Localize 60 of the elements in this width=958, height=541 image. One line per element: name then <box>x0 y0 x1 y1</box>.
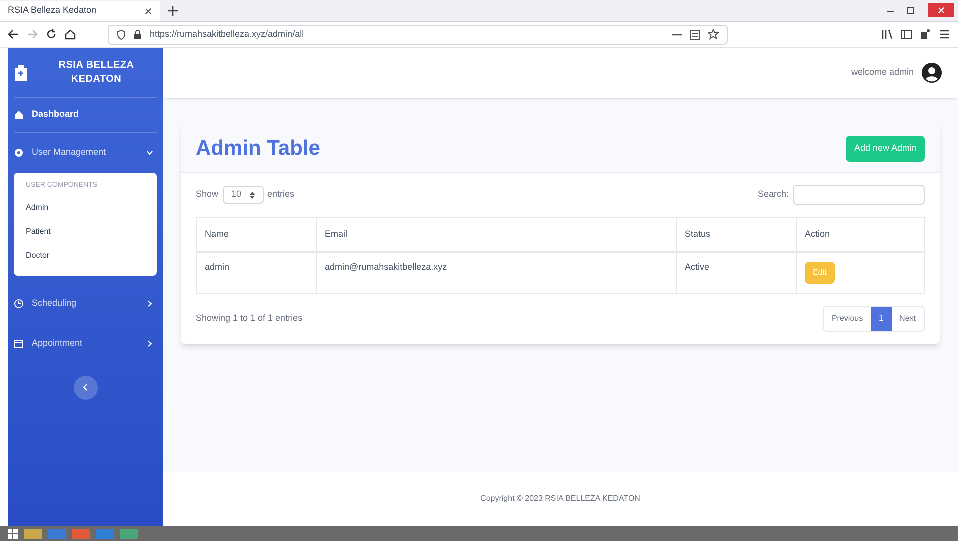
chevron-down-icon <box>147 150 153 156</box>
sidebar-item[interactable]: Appointment <box>14 324 157 364</box>
star-icon[interactable] <box>708 29 719 40</box>
reader-icon[interactable] <box>690 30 700 40</box>
user-avatar-icon[interactable] <box>922 63 942 83</box>
shield-icon <box>117 30 126 40</box>
lock-icon <box>134 30 142 40</box>
chevron-right-icon <box>147 340 153 346</box>
table-info: Showing 1 to 1 of 1 entries <box>196 312 303 326</box>
table-cell: Active <box>676 252 796 294</box>
back-icon[interactable] <box>8 29 19 40</box>
page-actions-icon[interactable] <box>672 32 682 36</box>
entries-label: entries <box>268 188 295 202</box>
sidebar-toggle-button[interactable] <box>74 376 98 400</box>
sidebar-item[interactable]: Dashboard <box>14 98 157 132</box>
copyright-text: Copyright © 2023 RSIA BELLEZA KEDATON <box>480 493 640 505</box>
menu-icon[interactable] <box>939 29 950 40</box>
pagination-button[interactable]: Previous <box>824 307 872 331</box>
dropdown-icon <box>250 192 255 198</box>
calendar-icon <box>14 338 24 348</box>
show-label: Show <box>196 188 219 202</box>
browser-tab[interactable]: RSIA Belleza Kedaton <box>0 1 160 21</box>
submenu-item[interactable]: Admin <box>26 196 145 220</box>
chevron-right-icon <box>147 300 153 306</box>
search-field[interactable] <box>793 185 925 205</box>
sidebar-item[interactable]: User Management <box>14 133 157 173</box>
brand-name: KEDATON <box>71 72 122 86</box>
gear-icon <box>14 148 24 158</box>
welcome-text: welcome admin <box>851 66 914 80</box>
reload-icon[interactable] <box>46 29 57 40</box>
start-icon[interactable] <box>8 528 18 538</box>
column-header[interactable]: Email <box>316 218 676 252</box>
chevron-left-icon <box>83 384 88 391</box>
home-icon[interactable] <box>65 29 76 40</box>
brand-name: RSIA BELLEZA <box>58 58 134 72</box>
pagination-button[interactable]: 1 <box>871 307 892 331</box>
submenu-item[interactable]: Doctor <box>26 244 145 268</box>
restore-icon[interactable] <box>907 6 916 14</box>
submenu-item[interactable]: Patient <box>26 220 145 244</box>
close-window-button[interactable] <box>928 3 954 17</box>
clock-icon <box>14 298 24 308</box>
home-icon <box>14 110 24 120</box>
column-header[interactable]: Status <box>676 218 796 252</box>
extension-icon[interactable] <box>920 29 931 40</box>
hospital-icon <box>14 64 28 82</box>
page-size-select[interactable]: 10 <box>222 186 264 204</box>
pagination-button[interactable]: Next <box>892 307 924 331</box>
table-cell: admin@rumahsakitbelleza.xyz <box>316 252 676 294</box>
close-icon <box>938 6 944 14</box>
new-tab-icon[interactable] <box>168 6 178 16</box>
column-header[interactable]: Action <box>796 218 924 252</box>
close-icon[interactable] <box>145 8 152 14</box>
sidebar-icon[interactable] <box>901 29 912 40</box>
sidebar-item[interactable]: Scheduling <box>14 284 157 324</box>
library-icon[interactable] <box>882 29 893 40</box>
table-cell: admin <box>196 252 316 294</box>
address-bar[interactable]: https://rumahsakitbelleza.xyz/admin/all <box>108 24 728 44</box>
card-title: Admin Table <box>196 136 320 162</box>
column-header[interactable]: Name <box>196 218 316 252</box>
search-label: Search: <box>758 188 789 202</box>
